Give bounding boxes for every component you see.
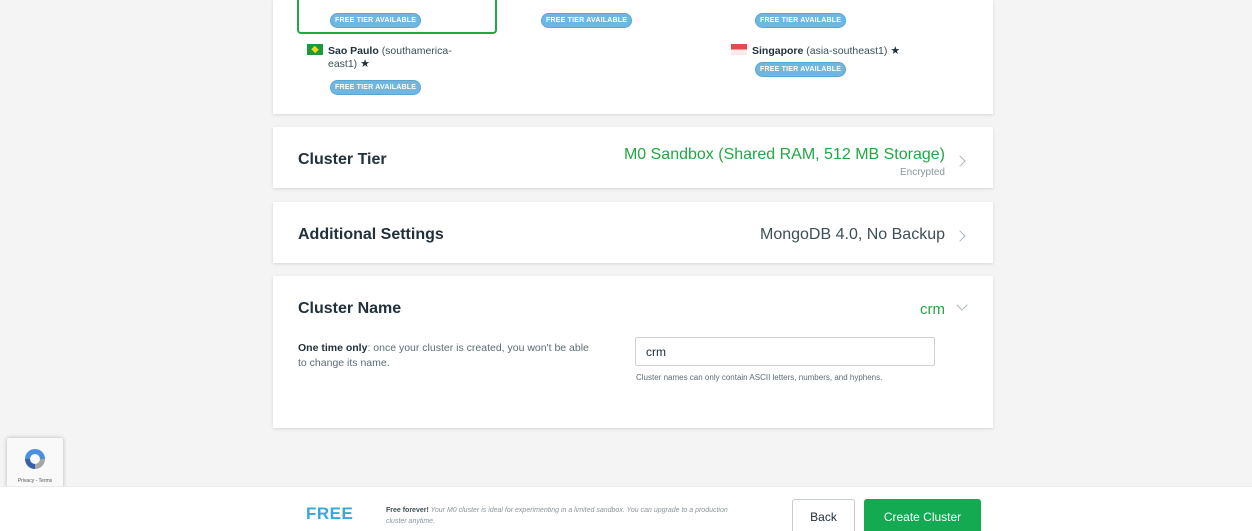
plan-desc-text: Your M0 cluster is ideal for experimenti… [386, 507, 728, 525]
region-code: east1) [328, 58, 358, 70]
star-icon: ★ [890, 45, 901, 57]
free-tier-badge: FREE TIER AVAILABLE [330, 13, 422, 28]
free-tier-badge: FREE TIER AVAILABLE [755, 13, 847, 28]
cluster-tier-row[interactable]: Cluster Tier M0 Sandbox (Shared RAM, 512… [273, 127, 993, 188]
region-option-sao-paulo[interactable]: Sao Paulo (southamerica- east1) ★ [307, 44, 497, 71]
region-name: Singapore [752, 45, 804, 57]
cluster-name-description: One time only: once your cluster is crea… [298, 341, 598, 371]
chevron-down-icon[interactable] [956, 299, 968, 311]
cluster-name-input[interactable] [635, 337, 935, 366]
chevron-right-icon[interactable] [954, 230, 966, 242]
recaptcha-links[interactable]: Privacy - Terms [7, 478, 63, 484]
brazil-flag-icon [307, 44, 323, 55]
plan-description: Free forever! Your M0 cluster is ideal f… [386, 505, 746, 527]
cluster-tier-title: Cluster Tier [298, 151, 387, 168]
region-option-singapore[interactable]: Singapore (asia-southeast1) ★ [731, 44, 981, 58]
recaptcha-badge[interactable]: Privacy - Terms [7, 438, 63, 490]
footer-bar: FREE Free forever! Your M0 cluster is id… [0, 486, 1252, 531]
region-code: (southamerica- [381, 45, 452, 57]
back-button[interactable]: Back [792, 499, 855, 531]
additional-settings-title: Additional Settings [298, 226, 444, 243]
cluster-name-value: crm [920, 301, 945, 318]
cluster-name-hint: Cluster names can only contain ASCII let… [636, 373, 883, 382]
desc-emphasis: One time only [298, 342, 368, 354]
additional-settings-value: MongoDB 4.0, No Backup [760, 226, 945, 243]
star-icon: ★ [360, 58, 370, 70]
region-code: (asia-southeast1) [806, 45, 888, 57]
region-name: Sao Paulo [328, 45, 379, 57]
cluster-tier-encrypted: Encrypted [899, 167, 945, 178]
cluster-tier-value: M0 Sandbox (Shared RAM, 512 MB Storage) [623, 146, 945, 163]
free-tier-badge: FREE TIER AVAILABLE [330, 80, 422, 95]
recaptcha-icon [25, 449, 45, 469]
cluster-name-title: Cluster Name [298, 300, 402, 317]
chevron-right-icon[interactable] [954, 155, 966, 167]
create-cluster-button[interactable]: Create Cluster [864, 499, 981, 531]
free-tier-badge: FREE TIER AVAILABLE [755, 62, 847, 77]
free-tier-badge: FREE TIER AVAILABLE [541, 13, 633, 28]
cluster-name-section: Cluster Name crm One time only: once you… [273, 276, 993, 428]
region-card: FREE TIER AVAILABLE FREE TIER AVAILABLE … [273, 0, 993, 114]
plan-label: FREE [306, 504, 354, 523]
additional-settings-row[interactable]: Additional Settings MongoDB 4.0, No Back… [273, 202, 993, 263]
plan-desc-emphasis: Free forever! [386, 507, 429, 514]
singapore-flag-icon [731, 44, 747, 55]
